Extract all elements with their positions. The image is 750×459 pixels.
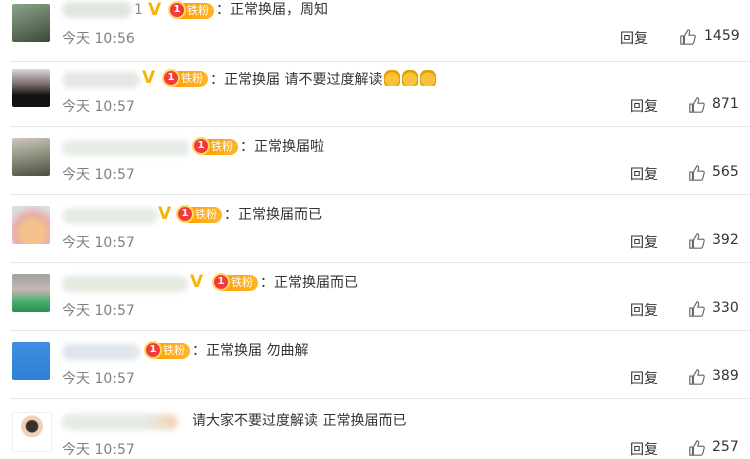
fan-level-heart-icon: 1 — [192, 137, 210, 155]
comment-item: V 1 铁粉 ：正常换届而已 今天 10:57 回复 330 — [0, 270, 750, 338]
pray-hands-emoji — [384, 70, 401, 86]
like-count: 257 — [712, 439, 739, 455]
username-suffix: 1 — [134, 2, 143, 18]
user-avatar[interactable] — [12, 69, 50, 107]
fan-level-heart-icon: 1 — [212, 273, 230, 291]
fan-badge: 1 铁粉 — [162, 69, 208, 87]
comment-text: ：正常换届 请不要过度解读 — [210, 70, 437, 89]
username-blurred[interactable] — [62, 344, 140, 360]
user-avatar[interactable] — [12, 412, 52, 452]
row-divider — [10, 126, 750, 127]
username-blurred[interactable] — [62, 72, 140, 88]
user-avatar[interactable] — [12, 138, 50, 176]
reply-button[interactable]: 回复 — [620, 28, 648, 48]
thumbs-up-icon[interactable] — [688, 439, 706, 457]
comment-time: 今天 10:57 — [62, 99, 135, 115]
fan-badge: 1 铁粉 — [212, 273, 258, 291]
user-avatar[interactable] — [12, 342, 50, 380]
username-blurred[interactable] — [62, 414, 178, 430]
comment-time: 今天 10:57 — [62, 167, 135, 183]
fan-level-heart-icon: 1 — [144, 341, 162, 359]
row-divider — [10, 398, 750, 399]
comment-text: ：正常换届，周知 — [216, 2, 328, 18]
comment-time: 今天 10:57 — [62, 442, 135, 458]
fan-badge: 1 铁粉 — [192, 137, 238, 155]
verified-badge: V — [148, 0, 162, 20]
thumbs-up-icon[interactable] — [688, 368, 706, 386]
verified-badge: V — [142, 68, 156, 88]
username-blurred[interactable] — [62, 140, 190, 156]
comment-text: ：正常换届而已 — [260, 275, 358, 291]
comment-item: 1 铁粉 ：正常换届啦 今天 10:57 回复 565 — [0, 134, 750, 202]
row-divider — [10, 194, 750, 195]
thumbs-up-icon[interactable] — [688, 96, 706, 114]
user-avatar[interactable] — [12, 4, 50, 42]
verified-badge: V — [158, 204, 172, 224]
username-blurred[interactable] — [62, 2, 132, 18]
user-avatar[interactable] — [12, 206, 50, 244]
reply-button[interactable]: 回复 — [630, 300, 658, 320]
comment-time: 今天 10:56 — [62, 31, 135, 47]
comment-text: ：正常换届 勿曲解 — [192, 343, 309, 359]
thumbs-up-icon[interactable] — [688, 300, 706, 318]
like-count: 330 — [712, 300, 739, 316]
comment-text: ：正常换届啦 — [240, 139, 324, 155]
comment-item: 请大家不要过度解读 正常换届而已 今天 10:57 回复 257 — [0, 406, 750, 458]
comment-text: 请大家不要过度解读 正常换届而已 — [192, 413, 407, 429]
username-blurred[interactable] — [62, 208, 158, 224]
comment-time: 今天 10:57 — [62, 235, 135, 251]
row-divider — [10, 61, 750, 62]
comment-time: 今天 10:57 — [62, 303, 135, 319]
reply-button[interactable]: 回复 — [630, 439, 658, 459]
fan-level-heart-icon: 1 — [162, 69, 180, 87]
pray-hands-emoji — [402, 70, 419, 86]
thumbs-up-icon[interactable] — [688, 232, 706, 250]
row-divider — [10, 262, 750, 263]
comment-text: ：正常换届而已 — [224, 207, 322, 223]
comment-item: 1 铁粉 ：正常换届 勿曲解 今天 10:57 回复 389 — [0, 338, 750, 406]
reply-button[interactable]: 回复 — [630, 96, 658, 116]
like-count: 565 — [712, 164, 739, 180]
row-divider — [10, 330, 750, 331]
like-count: 871 — [712, 96, 739, 112]
thumbs-up-icon[interactable] — [679, 28, 697, 46]
comment-list: 1 V 1 铁粉 ：正常换届，周知 今天 10:56 回复 1459 V 1 铁… — [0, 0, 750, 458]
thumbs-up-icon[interactable] — [688, 164, 706, 182]
reply-button[interactable]: 回复 — [630, 232, 658, 252]
comment-item: V 1 铁粉 ：正常换届 请不要过度解读 今天 10:57 回复 871 — [0, 66, 750, 134]
comment-item: V 1 铁粉 ：正常换届而已 今天 10:57 回复 392 — [0, 202, 750, 270]
username-blurred[interactable] — [62, 276, 188, 292]
fan-level-heart-icon: 1 — [176, 205, 194, 223]
reply-button[interactable]: 回复 — [630, 368, 658, 388]
verified-badge: V — [190, 272, 204, 292]
fan-badge: 1 铁粉 — [144, 341, 190, 359]
fan-badge: 1 铁粉 — [176, 205, 222, 223]
user-avatar[interactable] — [12, 274, 50, 312]
like-count: 1459 — [704, 28, 740, 44]
fan-level-heart-icon: 1 — [168, 1, 186, 19]
comment-time: 今天 10:57 — [62, 371, 135, 387]
pray-hands-emoji — [420, 70, 437, 86]
fan-badge: 1 铁粉 — [168, 1, 214, 19]
reply-button[interactable]: 回复 — [630, 164, 658, 184]
like-count: 389 — [712, 368, 739, 384]
like-count: 392 — [712, 232, 739, 248]
comment-item: 1 V 1 铁粉 ：正常换届，周知 今天 10:56 回复 1459 — [0, 0, 750, 68]
